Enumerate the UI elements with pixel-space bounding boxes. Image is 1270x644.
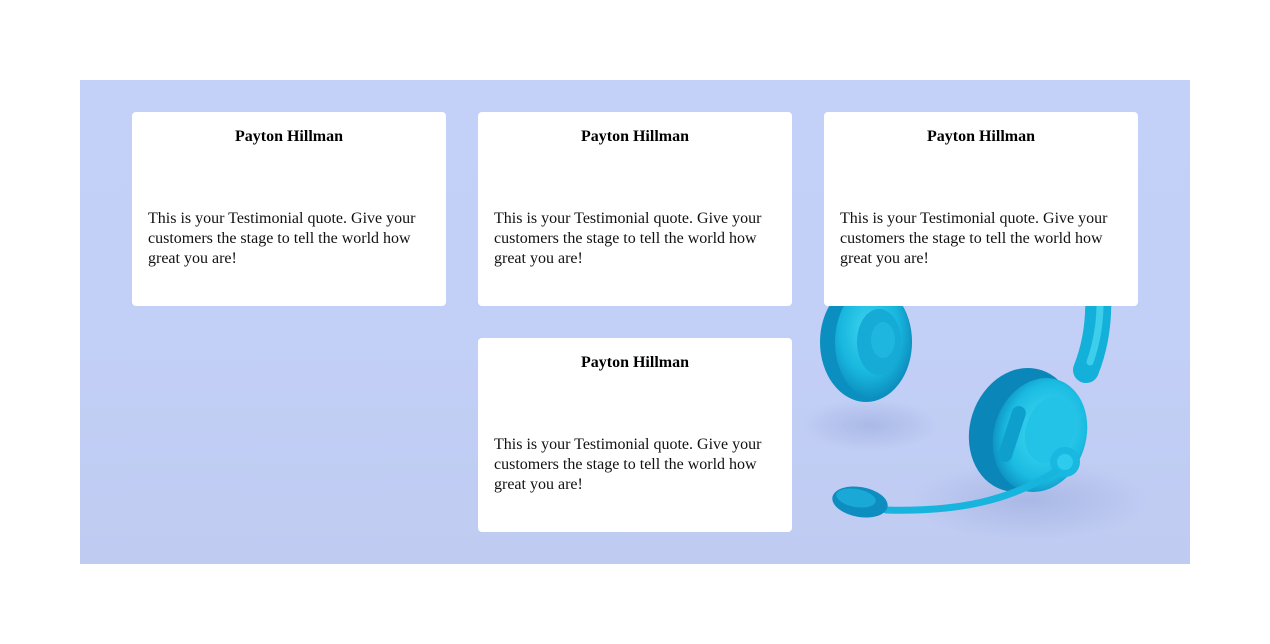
- testimonial-quote: This is your Testimonial quote. Give you…: [494, 210, 762, 267]
- testimonial-card: Payton Hillman This is your Testimonial …: [478, 112, 792, 306]
- testimonial-card: Payton Hillman This is your Testimonial …: [824, 112, 1138, 306]
- testimonial-author: Payton Hillman: [234, 128, 343, 145]
- testimonial-author: Payton Hillman: [926, 128, 1035, 145]
- testimonial-quote: This is your Testimonial quote. Give you…: [840, 210, 1108, 267]
- testimonial-quote: This is your Testimonial quote. Give you…: [494, 436, 762, 493]
- testimonial-card: Payton Hillman This is your Testimonial …: [478, 338, 792, 532]
- testimonial-author: Payton Hillman: [580, 128, 689, 145]
- testimonials-section: Payton Hillman This is your Testimonial …: [80, 80, 1190, 564]
- testimonial-card: Payton Hillman This is your Testimonial …: [132, 112, 446, 306]
- testimonial-quote: This is your Testimonial quote. Give you…: [148, 210, 416, 267]
- testimonial-author: Payton Hillman: [580, 354, 689, 371]
